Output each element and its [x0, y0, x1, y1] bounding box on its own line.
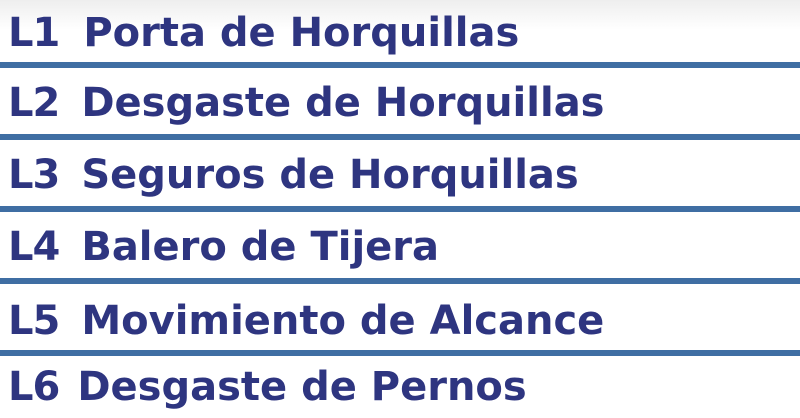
item-label: Desgaste de Horquillas	[81, 80, 605, 126]
list-item: L5 Movimiento de Alcance	[0, 286, 800, 356]
list-item: L2 Desgaste de Horquillas	[0, 68, 800, 138]
item-code: L1	[8, 10, 60, 56]
item-code: L4	[8, 224, 60, 270]
item-label: Movimiento de Alcance	[81, 298, 605, 344]
item-code: L6	[8, 364, 60, 410]
item-label: Balero de Tijera	[81, 224, 440, 270]
item-label: Porta de Horquillas	[83, 10, 520, 56]
list-item: L4 Balero de Tijera	[0, 212, 800, 282]
list-item: L1 Porta de Horquillas	[0, 0, 800, 66]
row-divider	[0, 278, 800, 284]
item-code: L3	[8, 152, 60, 198]
list-item: L3 Seguros de Horquillas	[0, 140, 800, 210]
item-code: L5	[8, 298, 60, 344]
item-label: Desgaste de Pernos	[77, 364, 527, 410]
item-label: Seguros de Horquillas	[81, 152, 579, 198]
list-item: L6 Desgaste de Pernos	[0, 356, 800, 418]
item-code: L2	[8, 80, 60, 126]
item-list: L1 Porta de Horquillas L2 Desgaste de Ho…	[0, 0, 800, 418]
